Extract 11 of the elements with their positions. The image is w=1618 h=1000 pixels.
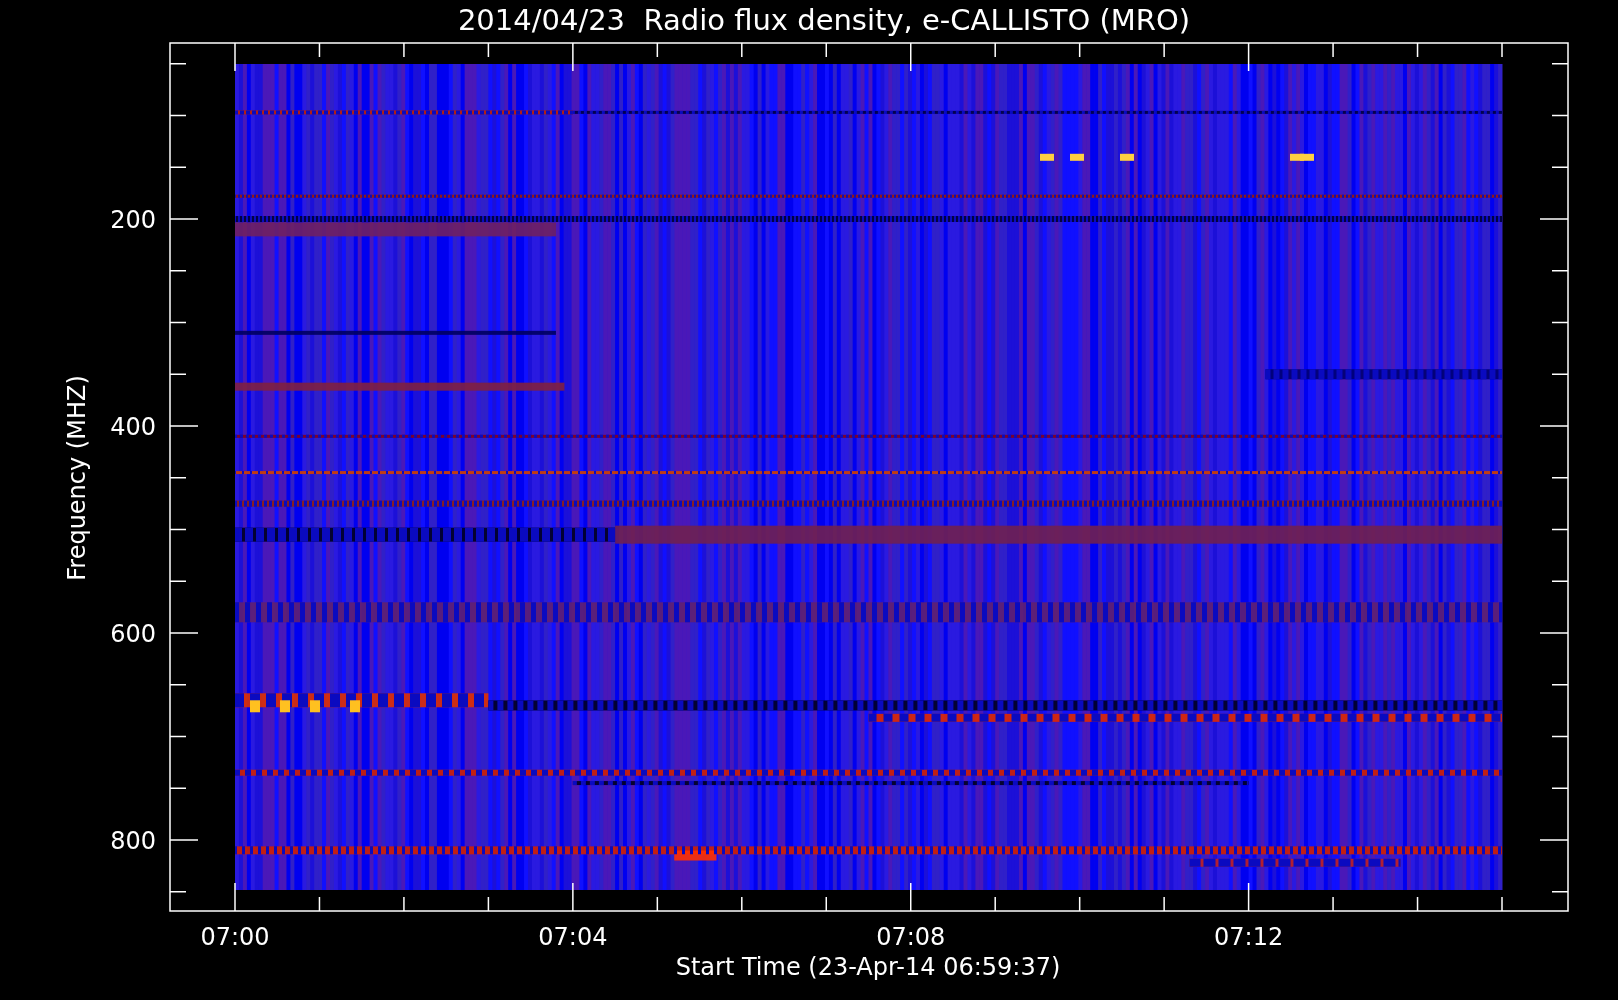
y-tick-label: 400 <box>110 413 156 441</box>
x-axis-title: Start Time (23-Apr-14 06:59:37) <box>675 953 1061 981</box>
y-tick-label: 800 <box>110 827 156 855</box>
plot-title: 2014/04/23 Radio flux density, e-CALLISTO (MRO) <box>457 3 1191 37</box>
y-tick-label: 200 <box>110 206 156 234</box>
x-tick-label: 07:12 <box>1214 923 1284 951</box>
x-tick-label: 07:08 <box>876 923 946 951</box>
x-tick-label: 07:00 <box>200 923 270 951</box>
y-axis-title: Frequency (MHZ) <box>63 375 91 581</box>
y-tick-label: 600 <box>110 620 156 648</box>
x-tick-label: 07:04 <box>538 923 608 951</box>
